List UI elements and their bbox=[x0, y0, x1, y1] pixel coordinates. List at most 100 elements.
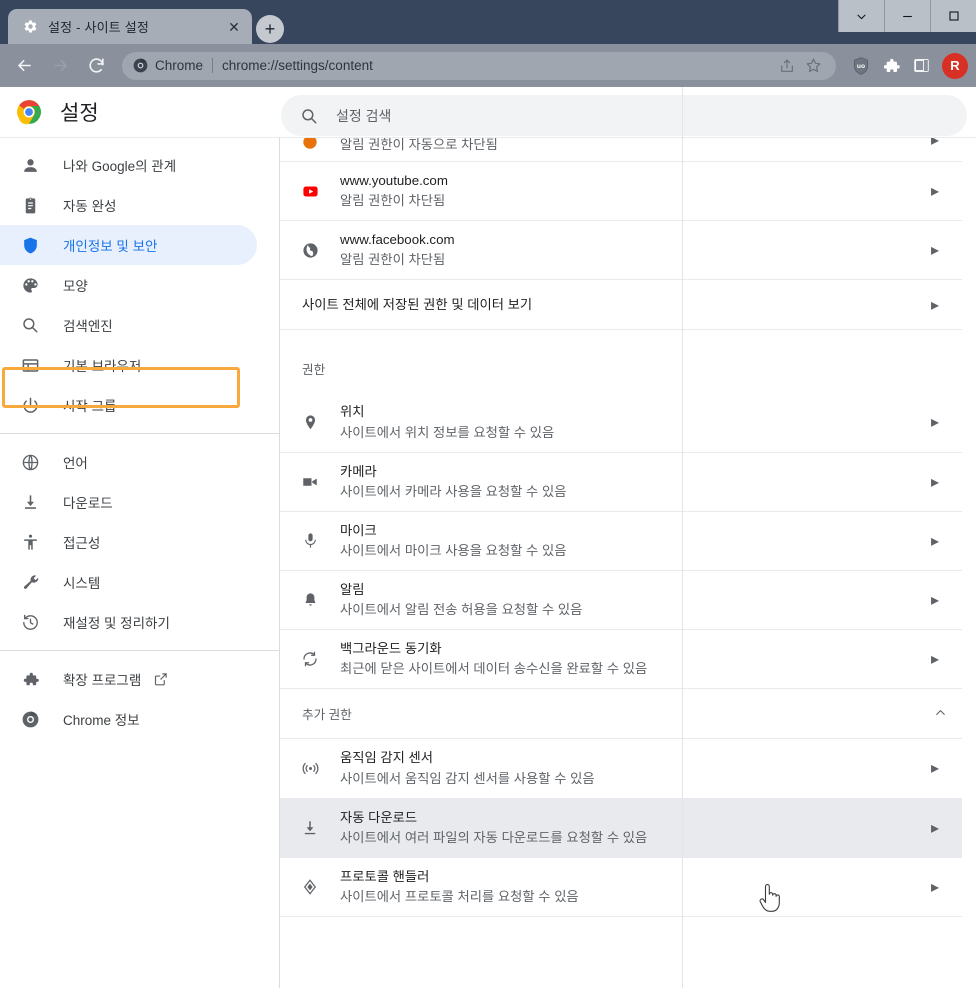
permission-title: 위치 bbox=[340, 404, 365, 420]
search-input[interactable]: 설정 검색 bbox=[281, 95, 967, 136]
sidebar-item-privacy-and-security[interactable]: 개인정보 및 보안 bbox=[0, 225, 257, 265]
shield-icon bbox=[21, 236, 43, 255]
content-card: 알림 권한이 자동으로 차단됨 ▸ www.youtube.com 알림 권한이… bbox=[280, 137, 962, 917]
site-row-clipped[interactable]: 알림 권한이 자동으로 차단됨 ▸ bbox=[280, 137, 962, 162]
browser-toolbar: Chrome chrome://settings/content uo R bbox=[0, 44, 976, 87]
puzzle-icon bbox=[21, 670, 43, 689]
sidebar-item-default-browser[interactable]: 기본 브라우저 bbox=[0, 345, 257, 385]
permissions-heading-label: 권한 bbox=[302, 362, 326, 377]
sidebar-item-label: 재설정 및 정리하기 bbox=[63, 616, 170, 631]
chevron-right-icon: ▸ bbox=[930, 819, 940, 837]
permission-title: 알림 bbox=[340, 581, 365, 597]
permission-title: 백그라운드 동기화 bbox=[340, 641, 442, 657]
site-row-youtube[interactable]: www.youtube.com 알림 권한이 차단됨 ▸ bbox=[280, 162, 962, 222]
sidebar-item-label: 시스템 bbox=[63, 576, 101, 591]
site-row-sub: 알림 권한이 자동으로 차단됨 bbox=[340, 137, 498, 152]
site-row-sub: 알림 권한이 차단됨 bbox=[340, 252, 446, 268]
sidebar-item-you-and-google[interactable]: 나와 Google의 관계 bbox=[0, 145, 257, 185]
browser-tab[interactable]: 설정 - 사이트 설정 ✕ bbox=[8, 9, 252, 44]
history-reset-icon bbox=[21, 613, 43, 632]
accessibility-icon bbox=[21, 533, 43, 552]
sidebar-item-languages[interactable]: 언어 bbox=[0, 442, 257, 482]
sidebar-item-on-startup[interactable]: 시작 그룹 bbox=[0, 385, 257, 425]
chevron-right-icon: ▸ bbox=[930, 242, 940, 260]
location-pin-icon bbox=[280, 414, 340, 431]
share-icon[interactable] bbox=[774, 53, 800, 79]
permission-title: 움직임 감지 센서 bbox=[340, 750, 434, 766]
new-tab-button[interactable]: + bbox=[256, 15, 284, 43]
sidebar-item-downloads[interactable]: 다운로드 bbox=[0, 482, 257, 522]
palette-icon bbox=[21, 276, 43, 295]
avatar[interactable]: R bbox=[942, 52, 968, 79]
permission-row-camera[interactable]: 카메라 사이트에서 카메라 사용을 요청할 수 있음 ▸ bbox=[280, 453, 962, 512]
permission-sub: 사이트에서 여러 파일의 자동 다운로드를 요청할 수 있음 bbox=[340, 829, 648, 845]
additional-permissions-header[interactable]: 추가 권한 bbox=[280, 689, 962, 740]
sidebar-item-appearance[interactable]: 모양 bbox=[0, 265, 257, 305]
svg-text:uo: uo bbox=[857, 63, 865, 70]
sidebar-item-system[interactable]: 시스템 bbox=[0, 562, 257, 602]
ublock-shield-icon[interactable]: uo bbox=[846, 48, 876, 84]
permission-row-background-sync[interactable]: 백그라운드 동기화 최근에 닫은 사이트에서 데이터 송수신을 완료할 수 있음… bbox=[280, 630, 962, 690]
permission-row-microphone[interactable]: 마이크 사이트에서 마이크 사용을 요청할 수 있음 ▸ bbox=[280, 512, 962, 571]
sidebar-item-label: 확장 프로그램 bbox=[63, 673, 142, 688]
chevron-down-icon[interactable] bbox=[838, 0, 884, 32]
puzzle-icon[interactable] bbox=[876, 48, 906, 84]
sidebar-item-label: 모양 bbox=[63, 279, 88, 294]
search-icon bbox=[21, 316, 43, 334]
settings-content: 알림 권한이 자동으로 차단됨 ▸ www.youtube.com 알림 권한이… bbox=[280, 137, 976, 988]
microphone-icon bbox=[280, 532, 340, 549]
camera-icon bbox=[280, 473, 340, 491]
chevron-right-icon: ▸ bbox=[930, 760, 940, 778]
sidebar-item-extensions[interactable]: 확장 프로그램 bbox=[0, 659, 257, 699]
chevron-right-icon: ▸ bbox=[930, 473, 940, 491]
settings-sidebar: 나와 Google의 관계 자동 완성 개인정보 및 보안 모양 검색엔진 기본… bbox=[0, 137, 280, 988]
permission-row-motion-sensors[interactable]: 움직임 감지 센서 사이트에서 움직임 감지 센서를 사용할 수 있음 ▸ bbox=[280, 739, 962, 799]
chrome-logo-icon bbox=[0, 99, 58, 125]
sidebar-item-label: 기본 브라우저 bbox=[63, 359, 142, 374]
permission-sub: 사이트에서 알림 전송 허용을 요청할 수 있음 bbox=[340, 602, 583, 618]
youtube-icon bbox=[280, 183, 340, 200]
sidebar-item-accessibility[interactable]: 접근성 bbox=[0, 522, 257, 562]
person-icon bbox=[21, 156, 43, 175]
permission-sub: 최근에 닫은 사이트에서 데이터 송수신을 완료할 수 있음 bbox=[340, 661, 648, 677]
window-controls bbox=[838, 0, 976, 32]
chevron-right-icon: ▸ bbox=[930, 651, 940, 669]
download-icon bbox=[21, 493, 43, 512]
sidebar-item-autofill[interactable]: 자동 완성 bbox=[0, 185, 257, 225]
address-bar[interactable]: Chrome chrome://settings/content bbox=[122, 51, 836, 80]
omnibox-brand: Chrome bbox=[155, 58, 204, 73]
sidebar-item-about-chrome[interactable]: Chrome 정보 bbox=[0, 699, 257, 739]
all-sites-label: 사이트 전체에 저장된 권한 및 데이터 보기 bbox=[302, 297, 533, 313]
chevron-right-icon: ▸ bbox=[930, 137, 940, 149]
sidebar-item-label: 다운로드 bbox=[63, 496, 113, 511]
permission-title: 카메라 bbox=[340, 463, 377, 479]
motion-sensor-icon bbox=[280, 759, 340, 778]
minimize-icon[interactable] bbox=[884, 0, 930, 32]
maximize-icon[interactable] bbox=[930, 0, 976, 32]
back-button[interactable] bbox=[6, 48, 42, 84]
permission-sub: 사이트에서 마이크 사용을 요청할 수 있음 bbox=[340, 543, 567, 559]
protocol-handler-icon bbox=[280, 878, 340, 896]
sidebar-item-label: 개인정보 및 보안 bbox=[63, 239, 158, 254]
globe-icon bbox=[21, 453, 43, 472]
all-sites-data-row[interactable]: 사이트 전체에 저장된 권한 및 데이터 보기 ▸ bbox=[280, 280, 962, 331]
star-icon[interactable] bbox=[800, 53, 826, 79]
chevron-up-icon[interactable] bbox=[933, 705, 948, 723]
close-icon[interactable]: ✕ bbox=[224, 17, 244, 37]
permission-row-protocol-handlers[interactable]: 프로토콜 핸들러 사이트에서 프로토콜 처리를 요청할 수 있음 ▸ bbox=[280, 858, 962, 917]
site-row-facebook[interactable]: www.facebook.com 알림 권한이 차단됨 ▸ bbox=[280, 221, 962, 281]
page-title: 설정 bbox=[60, 102, 99, 125]
permission-row-notifications[interactable]: 알림 사이트에서 알림 전송 허용을 요청할 수 있음 ▸ bbox=[280, 571, 962, 631]
permission-row-automatic-downloads[interactable]: 자동 다운로드 사이트에서 여러 파일의 자동 다운로드를 요청할 수 있음 ▸ bbox=[280, 798, 962, 858]
wrench-icon bbox=[21, 573, 43, 592]
sidebar-item-label: 시작 그룹 bbox=[63, 399, 117, 414]
sidebar-item-reset-and-cleanup[interactable]: 재설정 및 정리하기 bbox=[0, 602, 257, 642]
content-right-divider bbox=[682, 87, 683, 988]
sidebar-item-search-engine[interactable]: 검색엔진 bbox=[0, 305, 257, 345]
permission-row-location[interactable]: 위치 사이트에서 위치 정보를 요청할 수 있음 ▸ bbox=[280, 393, 962, 453]
permission-sub: 사이트에서 위치 정보를 요청할 수 있음 bbox=[340, 424, 555, 440]
reload-button[interactable] bbox=[78, 48, 114, 84]
sidebar-item-label: 접근성 bbox=[63, 536, 101, 551]
side-panel-icon[interactable] bbox=[906, 48, 936, 84]
